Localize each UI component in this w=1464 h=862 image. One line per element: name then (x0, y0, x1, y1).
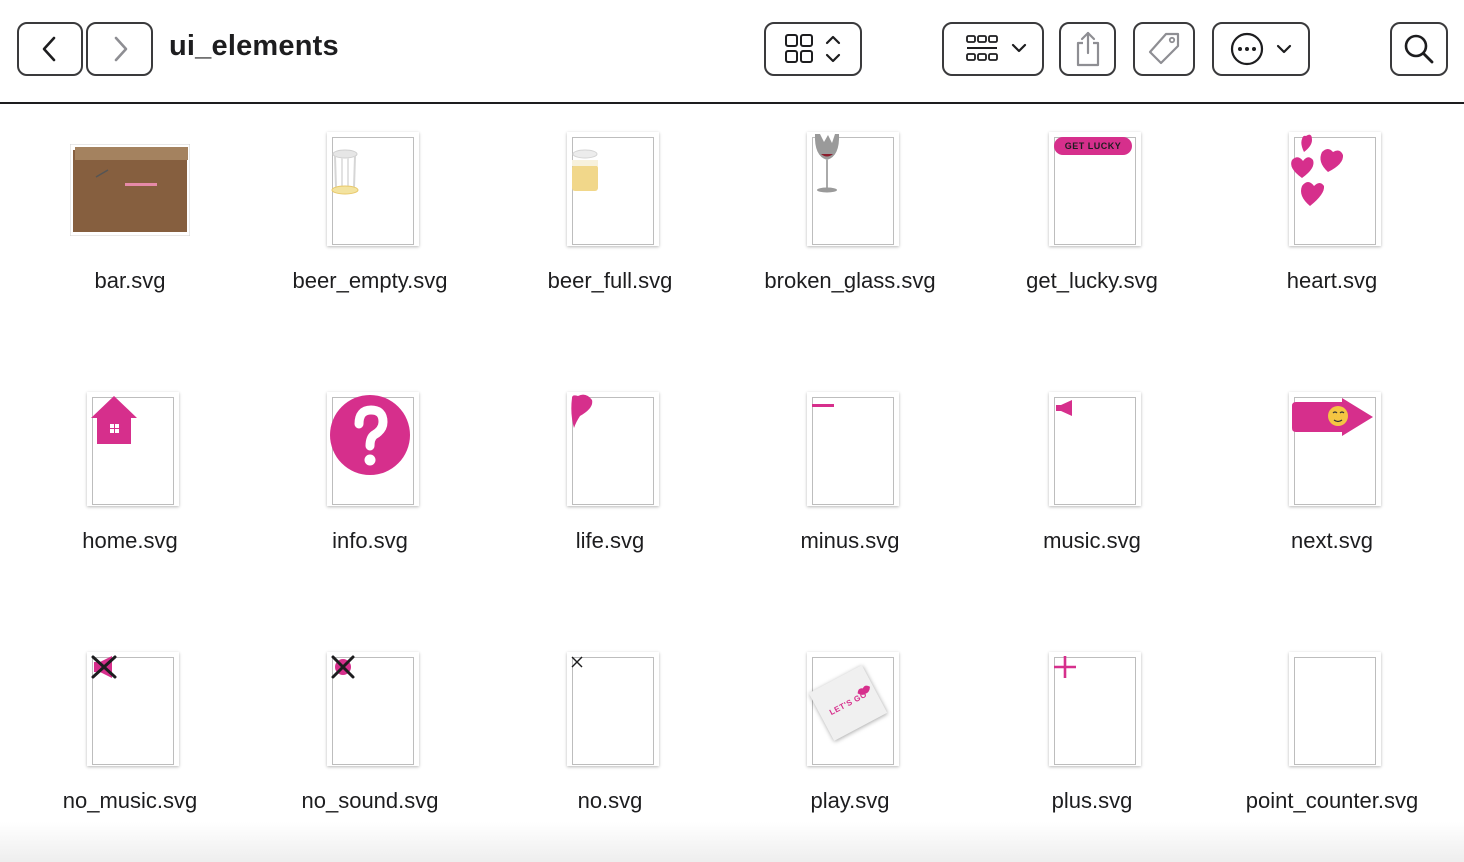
document-page (1289, 652, 1381, 766)
chevron-right-icon (114, 36, 127, 62)
file-item-minus[interactable]: minus.svg (730, 364, 970, 594)
file-thumbnail (972, 364, 1212, 524)
file-thumbnail (250, 624, 490, 784)
file-item-broken-glass[interactable]: broken_glass.svg (730, 104, 970, 334)
file-thumbnail: LET'S GO (730, 624, 970, 784)
file-thumbnail (250, 364, 490, 524)
file-thumbnail (1212, 364, 1452, 524)
file-thumbnail: GET LUCKY (972, 104, 1212, 264)
file-name-label: beer_empty.svg (292, 268, 448, 293)
file-name-label: no.svg (577, 788, 643, 813)
no-sound-icon (331, 655, 355, 679)
document-page (567, 652, 659, 766)
file-name-label: no_sound.svg (301, 788, 439, 813)
wine-glass-icon (814, 134, 840, 193)
file-item-plus[interactable]: plus.svg (972, 624, 1212, 854)
hearts-icon (1291, 134, 1344, 206)
file-thumbnail (10, 104, 250, 264)
get-lucky-banner: GET LUCKY (1054, 137, 1132, 155)
file-item-no-sound[interactable]: no_sound.svg (250, 624, 490, 854)
file-name-label: minus.svg (800, 528, 900, 553)
file-item-life[interactable]: life.svg (490, 364, 730, 594)
file-item-beer-full[interactable]: beer_full.svg (490, 104, 730, 334)
file-thumbnail (490, 624, 730, 784)
group-by-icon (966, 35, 1027, 61)
file-thumbnail (730, 104, 970, 264)
file-thumbnail (1212, 624, 1452, 784)
back-button[interactable] (17, 22, 83, 76)
search-icon (1404, 34, 1434, 64)
minus-icon (812, 404, 834, 407)
document-page (807, 392, 899, 506)
group-by-button[interactable] (942, 22, 1044, 76)
file-name-label: bar.svg (94, 268, 166, 293)
file-item-bar[interactable]: bar.svg (10, 104, 250, 334)
bar-thumbnail-icon (70, 144, 190, 236)
tag-button[interactable] (1133, 22, 1195, 76)
file-name-label: info.svg (332, 528, 408, 553)
view-mode-button[interactable] (764, 22, 862, 76)
file-thumbnail (972, 624, 1212, 784)
file-item-heart[interactable]: heart.svg (1212, 104, 1452, 334)
file-item-music[interactable]: music.svg (972, 364, 1212, 594)
beer-glass-full-icon (572, 149, 598, 191)
next-arrow-icon (1292, 398, 1373, 436)
window-title: ui_elements (169, 30, 339, 62)
file-name-label: life.svg (575, 528, 645, 553)
file-thumbnail (10, 624, 250, 784)
file-item-next[interactable]: next.svg (1212, 364, 1452, 594)
file-name-label: home.svg (82, 528, 178, 553)
home-icon (91, 396, 137, 444)
toolbar: ui_elements (0, 0, 1464, 104)
share-button[interactable] (1059, 22, 1116, 76)
file-name-label: next.svg (1291, 528, 1373, 553)
more-actions-icon (1230, 32, 1292, 66)
speaker-icon (1056, 400, 1072, 416)
file-item-play[interactable]: LET'S GO play.svg (730, 624, 970, 854)
half-heart-icon (571, 394, 593, 428)
file-thumbnail (1212, 104, 1452, 264)
file-item-point-counter[interactable]: point_counter.svg (1212, 624, 1452, 854)
plus-icon (1054, 656, 1076, 678)
forward-button[interactable] (86, 22, 153, 76)
beer-glass-empty-icon (331, 149, 359, 195)
share-icon (1076, 31, 1099, 67)
file-thumbnail (490, 104, 730, 264)
more-actions-button[interactable] (1212, 22, 1310, 76)
chevron-left-icon (42, 36, 56, 62)
file-thumbnail (250, 104, 490, 264)
file-item-no[interactable]: no.svg (490, 624, 730, 854)
file-name-label: music.svg (1043, 528, 1141, 553)
close-icon (571, 656, 583, 668)
icon-grid-view-icon (785, 34, 841, 63)
file-name-label: play.svg (810, 788, 890, 813)
file-item-info[interactable]: info.svg (250, 364, 490, 594)
no-music-icon (91, 655, 117, 679)
file-name-label: point_counter.svg (1245, 788, 1419, 813)
file-grid: bar.svg beer_empty.svg beer_full.svg bro… (0, 104, 1464, 862)
file-thumbnail (10, 364, 250, 524)
file-name-label: no_music.svg (62, 788, 198, 813)
file-name-label: get_lucky.svg (1026, 268, 1158, 293)
search-button[interactable] (1390, 22, 1448, 76)
file-thumbnail (730, 364, 970, 524)
file-name-label: plus.svg (1051, 788, 1133, 813)
file-item-beer-empty[interactable]: beer_empty.svg (250, 104, 490, 334)
file-name-label: broken_glass.svg (764, 268, 936, 293)
file-item-no-music[interactable]: no_music.svg (10, 624, 250, 854)
file-name-label: beer_full.svg (547, 268, 673, 293)
question-mark-icon (330, 395, 410, 475)
file-name-label: heart.svg (1286, 268, 1378, 293)
file-item-home[interactable]: home.svg (10, 364, 250, 594)
file-item-get-lucky[interactable]: GET LUCKY get_lucky.svg (972, 104, 1212, 334)
tag-icon (1148, 32, 1180, 65)
file-thumbnail (490, 364, 730, 524)
get-lucky-banner-text: GET LUCKY (1064, 141, 1122, 151)
